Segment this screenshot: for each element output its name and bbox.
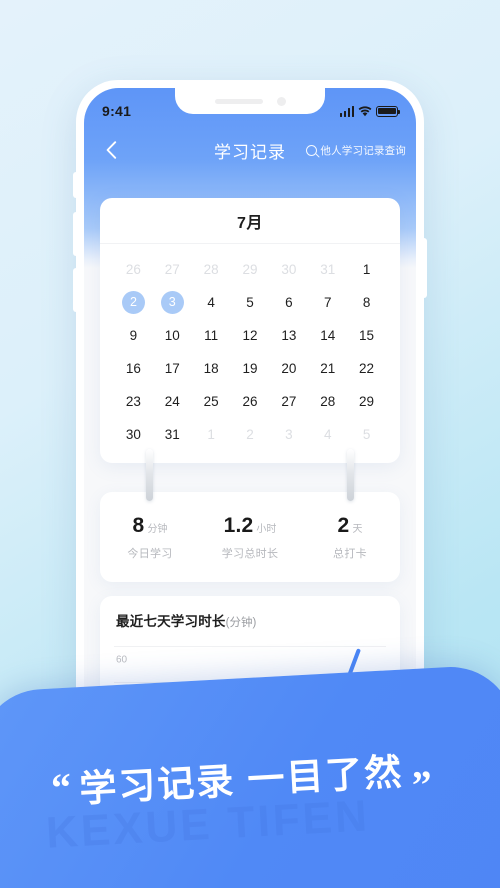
volume-down-button[interactable] bbox=[73, 268, 76, 312]
calendar-day[interactable]: 18 bbox=[192, 355, 231, 381]
stat-item: 8 分钟 今日学习 bbox=[100, 514, 200, 561]
stat-item: 2 天 总打卡 bbox=[300, 514, 400, 561]
stat-label: 学习总时长 bbox=[221, 547, 279, 560]
calendar-day[interactable]: 19 bbox=[231, 355, 270, 381]
calendar-day[interactable]: 25 bbox=[192, 388, 231, 414]
calendar-day: 30 bbox=[281, 261, 297, 277]
calendar-day[interactable]: 23 bbox=[114, 388, 153, 414]
calendar-day[interactable]: 13 bbox=[269, 322, 308, 348]
calendar-day[interactable]: 8 bbox=[347, 289, 386, 315]
stat-unit: 分钟 bbox=[147, 523, 168, 535]
stats-slider-handle-left[interactable] bbox=[146, 449, 153, 501]
calendar-day: 3 bbox=[285, 426, 293, 442]
stats-card: 8 分钟 今日学习 1.2 小时 学习总时长 2 天 总打卡 bbox=[100, 449, 400, 582]
stat-value-row: 8 分钟 bbox=[133, 514, 168, 538]
calendar-day-highlight: 2 bbox=[121, 290, 145, 314]
quote-close-icon: ” bbox=[410, 761, 434, 808]
calendar-day[interactable]: 16 bbox=[114, 355, 153, 381]
wifi-icon bbox=[358, 105, 372, 117]
stat-value-row: 1.2 小时 bbox=[224, 514, 277, 538]
calendar-day[interactable]: 20 bbox=[269, 355, 308, 381]
mute-switch[interactable] bbox=[73, 172, 76, 198]
calendar-day: 4 bbox=[323, 426, 332, 442]
stat-label: 今日学习 bbox=[127, 547, 173, 560]
calendar-grid: 26 27 28 29 30 31 1 2 3 4 5 6 7 8 9 10 11 12 13 14 15 16 17 18 1… bbox=[100, 244, 400, 463]
chart-title-unit: (分钟) bbox=[225, 617, 257, 629]
calendar-month-label: 7月 bbox=[100, 198, 400, 244]
calendar-day[interactable]: 6 bbox=[269, 289, 308, 315]
calendar-day[interactable]: 9 bbox=[114, 322, 153, 348]
calendar-day[interactable]: 1 bbox=[347, 256, 386, 282]
stat-value: 2 bbox=[337, 513, 350, 537]
calendar-day[interactable]: 31 bbox=[153, 421, 192, 447]
stat-unit: 天 bbox=[352, 523, 363, 535]
search-icon bbox=[306, 144, 318, 156]
chart-title: 最近七天学习时长 (分钟) bbox=[100, 596, 400, 630]
calendar-day: 5 bbox=[362, 426, 371, 442]
calendar-day[interactable]: 28 bbox=[308, 388, 347, 414]
calendar-day[interactable]: 22 bbox=[347, 355, 386, 381]
calendar-day: 28 bbox=[203, 261, 219, 277]
signal-bars-icon bbox=[339, 105, 354, 117]
stat-value-row: 2 天 bbox=[338, 514, 363, 538]
status-icons bbox=[339, 105, 401, 117]
status-time: 9:41 bbox=[102, 103, 132, 119]
calendar-day[interactable]: 14 bbox=[308, 322, 347, 348]
power-button[interactable] bbox=[424, 238, 427, 298]
calendar-day[interactable]: 4 bbox=[192, 289, 231, 315]
calendar-day: 2 bbox=[246, 426, 254, 442]
volume-up-button[interactable] bbox=[73, 212, 76, 256]
banner-message: 学习记录 一目了然 bbox=[78, 751, 405, 810]
promo-banner-content: KEXUE TIFEN “ 学习记录 一目了然 ” bbox=[0, 688, 500, 888]
earpiece-speaker-icon bbox=[214, 98, 263, 104]
calendar-day[interactable]: 26 bbox=[231, 388, 270, 414]
calendar-card: 7月 26 27 28 29 30 31 1 2 3 4 5 6 7 8 9 10 11 12 13 14 15 16 17… bbox=[100, 198, 400, 463]
calendar-day: 29 bbox=[242, 261, 258, 277]
search-label: 他人学习记录查询 bbox=[320, 144, 406, 157]
stat-label: 总打卡 bbox=[333, 547, 367, 560]
calendar-day[interactable]: 30 bbox=[114, 421, 153, 447]
banner-headline: “ 学习记录 一目了然 ” bbox=[50, 751, 434, 838]
navigation-bar: 学习记录 他人学习记录查询 bbox=[84, 130, 416, 170]
others-record-search-button[interactable]: 他人学习记录查询 bbox=[306, 143, 406, 158]
calendar-day[interactable]: 2 bbox=[114, 289, 153, 315]
calendar-day[interactable]: 24 bbox=[153, 388, 192, 414]
phone-screen: 9:41 学习记录 他人学习记录查询 7月 26 27 28 29 30 31 … bbox=[84, 88, 416, 772]
calendar-day[interactable]: 21 bbox=[308, 355, 347, 381]
battery-icon bbox=[376, 105, 401, 117]
quote-open-icon: “ bbox=[50, 764, 73, 811]
calendar-day-highlight: 3 bbox=[160, 290, 184, 314]
calendar-day[interactable]: 29 bbox=[347, 388, 386, 414]
chart-title-main: 最近七天学习时长 bbox=[116, 614, 226, 629]
stats-slider-handle-right[interactable] bbox=[347, 449, 354, 501]
calendar-day: 27 bbox=[164, 261, 180, 277]
calendar-day[interactable]: 15 bbox=[347, 322, 386, 348]
front-camera-icon bbox=[276, 96, 286, 106]
calendar-day: 31 bbox=[320, 261, 336, 277]
stat-value: 8 bbox=[132, 513, 145, 537]
stat-unit: 小时 bbox=[256, 523, 277, 535]
calendar-day[interactable]: 11 bbox=[192, 322, 231, 348]
screenshot-stage: 9:41 学习记录 他人学习记录查询 7月 26 27 28 29 30 31 … bbox=[0, 0, 500, 888]
calendar-day[interactable]: 12 bbox=[231, 322, 270, 348]
calendar-day[interactable]: 5 bbox=[231, 289, 270, 315]
stat-item: 1.2 小时 学习总时长 bbox=[200, 514, 300, 561]
calendar-day: 26 bbox=[125, 261, 141, 277]
stat-value: 1.2 bbox=[223, 513, 254, 537]
calendar-day[interactable]: 27 bbox=[269, 388, 308, 414]
calendar-day[interactable]: 10 bbox=[153, 322, 192, 348]
calendar-day[interactable]: 3 bbox=[153, 289, 192, 315]
calendar-day[interactable]: 17 bbox=[153, 355, 192, 381]
calendar-day[interactable]: 7 bbox=[308, 289, 347, 315]
calendar-day: 1 bbox=[207, 426, 215, 442]
device-notch bbox=[175, 88, 325, 114]
